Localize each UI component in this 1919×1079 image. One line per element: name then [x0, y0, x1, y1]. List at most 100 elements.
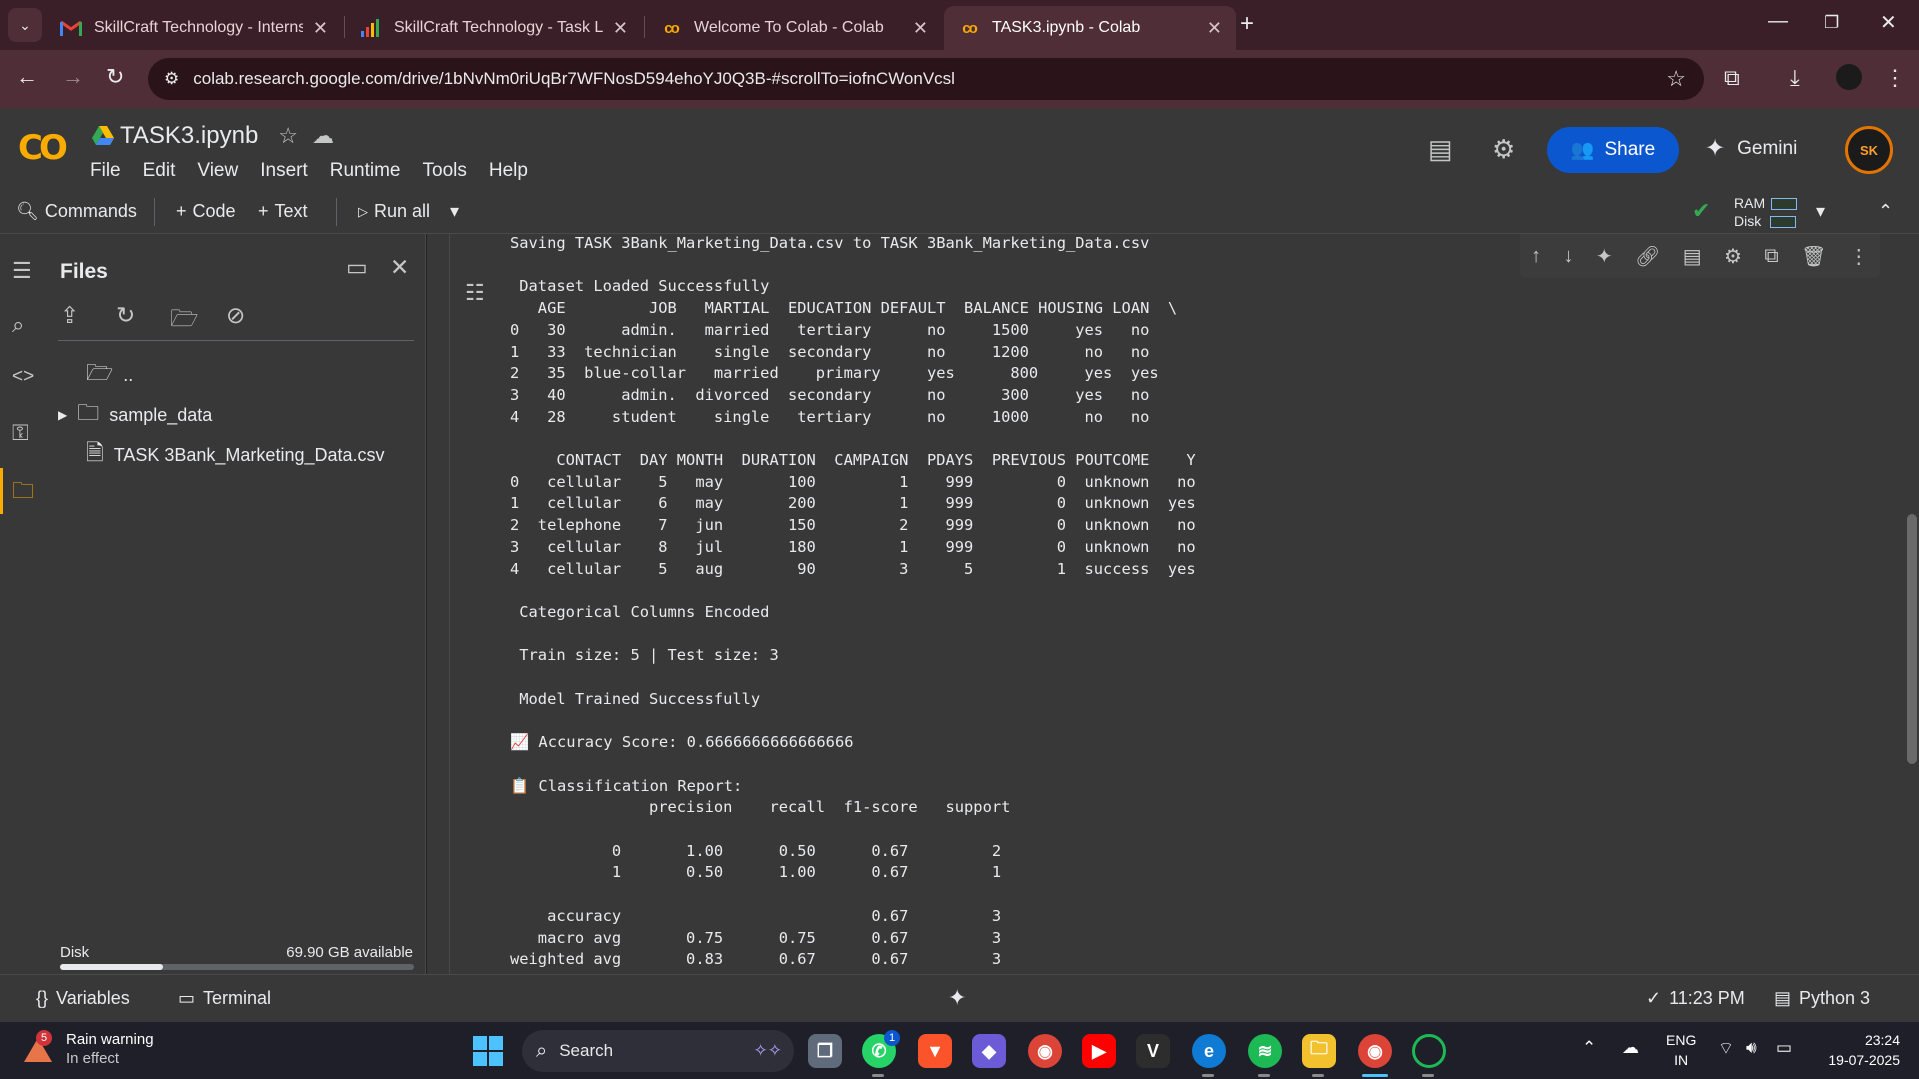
- tree-item-csv-file[interactable]: 🗎 TASK 3Bank_Marketing_Data.csv: [86, 436, 385, 474]
- window-close-icon[interactable]: ✕: [1880, 10, 1897, 35]
- restore-icon[interactable]: ❐: [1824, 13, 1839, 33]
- delete-icon[interactable]: 🗑︎: [1801, 244, 1826, 269]
- onedrive-icon[interactable]: ☁: [1622, 1038, 1639, 1058]
- browser-menu-icon[interactable]: ⋮: [1884, 65, 1906, 91]
- browser-tab-gmail[interactable]: SkillCraft Technology - Internsh ✕: [46, 6, 342, 50]
- close-icon[interactable]: ✕: [313, 18, 328, 39]
- open-in-tab-icon[interactable]: ▭: [346, 254, 368, 281]
- cell-settings-icon[interactable]: ⚙: [1724, 244, 1742, 269]
- windows-start-icon[interactable]: [473, 1036, 503, 1066]
- variables-button[interactable]: {} Variables: [36, 988, 130, 1009]
- refresh-icon[interactable]: ↻: [116, 302, 135, 329]
- wifi-icon[interactable]: ⌔: [1718, 1038, 1734, 1059]
- run-all-dropdown-icon[interactable]: ▾: [450, 201, 459, 222]
- execution-status[interactable]: ✓ 11:23 PM: [1646, 988, 1745, 1009]
- gemini-button[interactable]: ✦ Gemini: [1705, 134, 1797, 163]
- secrets-key-icon[interactable]: ⚿: [12, 420, 29, 446]
- move-down-icon[interactable]: ↓: [1564, 245, 1574, 268]
- task-view-icon[interactable]: ❐: [808, 1034, 842, 1068]
- settings-gear-icon[interactable]: ⚙: [1492, 134, 1515, 165]
- files-folder-icon[interactable]: 🗀: [12, 474, 34, 512]
- volume-icon[interactable]: 🔊︎: [1746, 1038, 1757, 1058]
- menu-insert[interactable]: Insert: [260, 160, 308, 182]
- close-icon[interactable]: ✕: [1207, 18, 1222, 39]
- avatar[interactable]: SK: [1845, 126, 1893, 174]
- file-explorer-icon[interactable]: 🗀: [1302, 1034, 1336, 1068]
- terminal-button[interactable]: ▭ Terminal: [178, 988, 271, 1009]
- reload-icon[interactable]: ↻: [106, 64, 124, 90]
- tree-item-sample-data[interactable]: ▶ 🗀 sample_data: [58, 396, 212, 434]
- notebook-title[interactable]: TASK3.ipynb: [120, 122, 258, 150]
- edge-icon[interactable]: e: [1192, 1034, 1226, 1068]
- colab-logo[interactable]: CO: [18, 128, 68, 168]
- taskbar-search[interactable]: ⌕ Search ✧✧: [522, 1030, 794, 1072]
- link-icon[interactable]: 🔗︎: [1635, 244, 1660, 269]
- copilot-icon[interactable]: ◆: [972, 1034, 1006, 1068]
- extensions-puzzle-icon[interactable]: ⧉: [1724, 65, 1740, 91]
- code-snippets-icon[interactable]: <>: [12, 366, 34, 388]
- share-button[interactable]: 👥 Share: [1547, 127, 1679, 173]
- google-drive-icon[interactable]: [92, 126, 114, 146]
- comment-icon[interactable]: ▤: [1683, 244, 1702, 269]
- youtube-icon[interactable]: ▶: [1082, 1034, 1116, 1068]
- chrome-profile-icon[interactable]: ◉: [1358, 1034, 1392, 1068]
- profile-avatar-icon[interactable]: [1836, 64, 1862, 90]
- more-options-icon[interactable]: ⋮: [1849, 244, 1869, 269]
- star-icon[interactable]: ☆: [278, 123, 298, 149]
- add-code-button[interactable]: + Code: [176, 201, 236, 222]
- comments-icon[interactable]: ▤: [1428, 134, 1453, 165]
- menu-edit[interactable]: Edit: [143, 160, 176, 182]
- tree-item-parent[interactable]: 🗁 ..: [86, 356, 133, 394]
- move-up-icon[interactable]: ↑: [1531, 245, 1541, 268]
- vs-app-icon[interactable]: V: [1136, 1034, 1170, 1068]
- commands-button[interactable]: 🔍︎ Commands: [16, 201, 137, 222]
- gemini-sparkle-icon[interactable]: ✦: [1596, 244, 1613, 269]
- menu-tools[interactable]: Tools: [423, 160, 467, 182]
- runtime-dropdown-icon[interactable]: ▾: [1816, 201, 1825, 222]
- spotify-icon[interactable]: ≋: [1248, 1034, 1282, 1068]
- tab-search-chevron-icon[interactable]: ⌄: [8, 8, 42, 42]
- site-settings-icon[interactable]: ⚙: [164, 69, 179, 89]
- new-tab-plus-icon[interactable]: +: [1240, 10, 1254, 38]
- gemini-sparkle-icon[interactable]: ✦: [948, 985, 966, 1011]
- back-arrow-icon[interactable]: ←: [16, 64, 38, 90]
- battery-icon[interactable]: ▭: [1776, 1038, 1792, 1058]
- show-hidden-icons[interactable]: ⌃: [1582, 1038, 1596, 1058]
- hide-files-icon[interactable]: ⊘: [226, 302, 245, 329]
- collapse-header-icon[interactable]: ⌃: [1878, 201, 1893, 222]
- menu-help[interactable]: Help: [489, 160, 528, 182]
- download-icon[interactable]: ⤓: [1790, 65, 1800, 91]
- minimize-icon[interactable]: —: [1768, 10, 1788, 33]
- browser-tab-task3[interactable]: co TASK3.ipynb - Colab ✕: [944, 6, 1236, 50]
- table-of-contents-icon[interactable]: ☰: [12, 258, 32, 284]
- upload-icon[interactable]: ⇪: [60, 302, 79, 329]
- bookmark-star-icon[interactable]: ☆: [1666, 66, 1686, 92]
- menu-file[interactable]: File: [90, 160, 121, 182]
- runtime-type-button[interactable]: ▤ Python 3: [1774, 988, 1870, 1009]
- chrome-icon[interactable]: ◉: [1028, 1034, 1062, 1068]
- close-icon[interactable]: ✕: [913, 18, 928, 39]
- loading-app-icon[interactable]: [1412, 1034, 1446, 1068]
- close-icon[interactable]: ✕: [613, 18, 628, 39]
- browser-tab-task-list[interactable]: SkillCraft Technology - Task List ✕: [346, 6, 642, 50]
- forward-arrow-icon[interactable]: →: [62, 64, 84, 90]
- expand-arrow-icon[interactable]: ▶: [58, 408, 67, 422]
- scrollbar-thumb[interactable]: [1907, 514, 1917, 764]
- system-clock[interactable]: 23:24 19-07-2025: [1818, 1030, 1900, 1070]
- menu-runtime[interactable]: Runtime: [330, 160, 401, 182]
- input-language[interactable]: ENG IN: [1666, 1030, 1696, 1070]
- weather-widget[interactable]: 5 Rain warning In effect: [22, 1030, 154, 1068]
- output-actions-icon[interactable]: ☷: [465, 280, 485, 306]
- add-text-button[interactable]: + Text: [258, 201, 308, 222]
- close-panel-icon[interactable]: ✕: [390, 254, 409, 281]
- scrollbar[interactable]: [1905, 234, 1919, 974]
- browser-tab-welcome-colab[interactable]: co Welcome To Colab - Colab ✕: [646, 6, 942, 50]
- mount-drive-icon[interactable]: 🗁: [170, 302, 199, 341]
- run-all-button[interactable]: ▷ Run all: [358, 201, 430, 222]
- address-bar[interactable]: ⚙ colab.research.google.com/drive/1bNvNm…: [148, 58, 1704, 100]
- mirror-cell-icon[interactable]: ⧉: [1764, 245, 1778, 268]
- brave-browser-icon[interactable]: ▼: [918, 1034, 952, 1068]
- resource-monitor[interactable]: RAM Disk: [1734, 194, 1798, 230]
- menu-view[interactable]: View: [197, 160, 238, 182]
- find-icon[interactable]: ⌕: [12, 312, 24, 338]
